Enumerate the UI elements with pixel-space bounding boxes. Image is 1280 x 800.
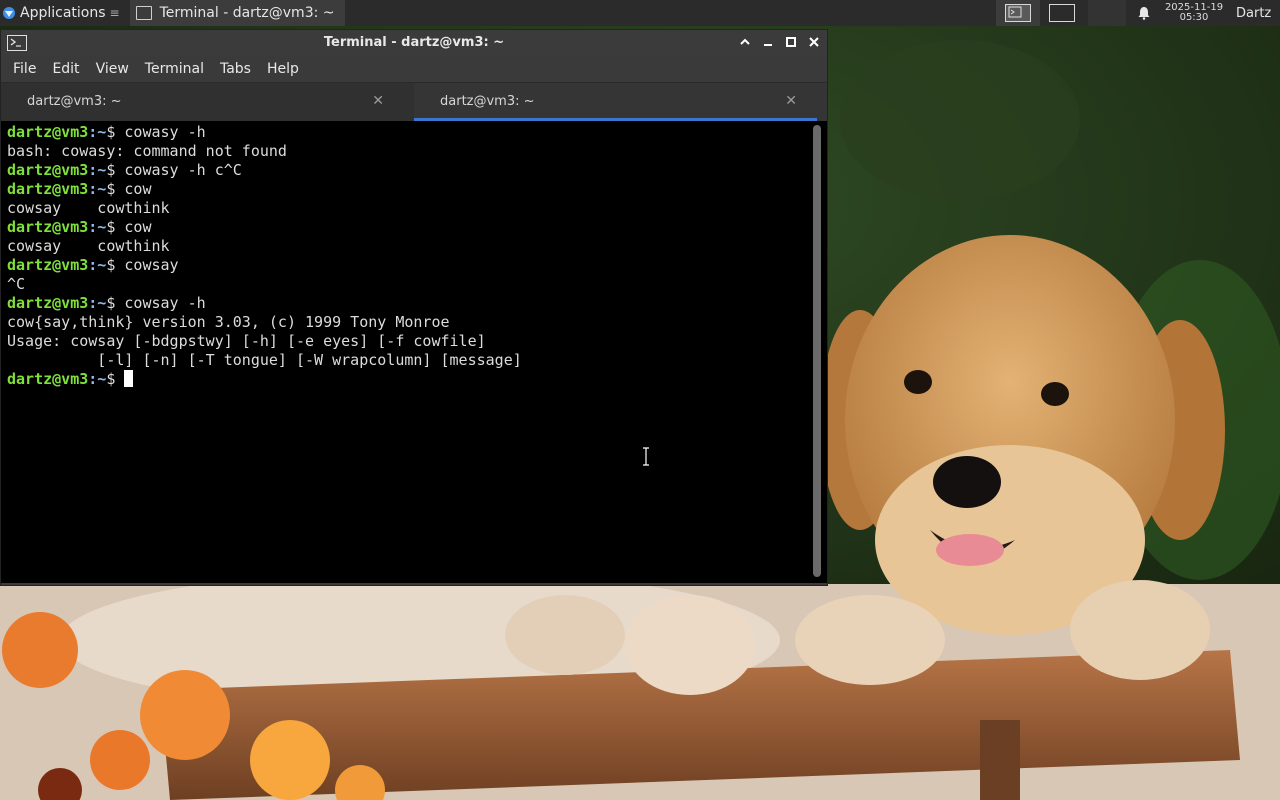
taskbar-terminal-button[interactable]: Terminal - dartz@vm3: ~ (129, 0, 345, 26)
terminal-output[interactable]: dartz@vm3:~$ cowasy -h bash: cowasy: comm… (7, 123, 805, 579)
text-cursor (124, 370, 134, 387)
prompt-path: :~ (88, 370, 107, 388)
terminal-output-line: bash: cowasy: command not found (7, 142, 805, 161)
prompt-path: :~ (88, 123, 107, 141)
window-titlebar[interactable]: Terminal - dartz@vm3: ~ (1, 30, 827, 56)
prompt-user: dartz@vm3 (7, 294, 89, 312)
close-icon (809, 37, 819, 47)
terminal-command-line: dartz@vm3:~$ cowasy -h c^C (7, 161, 805, 180)
prompt-path: :~ (88, 294, 107, 312)
terminal-command-line: dartz@vm3:~$ cowasy -h (7, 123, 805, 142)
prompt-path: :~ (88, 218, 107, 236)
output-text: bash: cowasy: command not found (7, 142, 287, 160)
prompt-user: dartz@vm3 (7, 161, 89, 179)
command-text: cowasy -h c^C (124, 161, 242, 179)
terminal-area[interactable]: dartz@vm3:~$ cowasy -h bash: cowasy: comm… (1, 121, 827, 583)
tab-1-close-icon[interactable]: ✕ (372, 93, 384, 109)
terminal-output-line: cowsay cowthink (7, 237, 805, 256)
terminal-command-line: dartz@vm3:~$ cow (7, 180, 805, 199)
prompt-symbol: $ (106, 123, 125, 141)
workspace-1-preview (1005, 4, 1031, 22)
menu-view[interactable]: View (88, 61, 137, 77)
prompt-symbol: $ (106, 294, 125, 312)
user-menu[interactable]: Dartz (1230, 6, 1280, 21)
tab-2[interactable]: dartz@vm3: ~ ✕ (414, 83, 827, 121)
xfce-logo-icon (3, 7, 15, 19)
prompt-user: dartz@vm3 (7, 180, 89, 198)
terminal-scrollbar[interactable] (813, 125, 821, 577)
terminal-output-line: [-l] [-n] [-T tongue] [-W wrapcolumn] [m… (7, 351, 805, 370)
terminal-output-line: Usage: cowsay [-bdgpstwy] [-h] [-e eyes]… (7, 332, 805, 351)
prompt-symbol: $ (106, 370, 125, 388)
minimize-icon (764, 44, 772, 46)
clock-time: 05:30 (1179, 12, 1209, 23)
applications-label: Applications (20, 5, 106, 21)
terminal-output-line: cowsay cowthink (7, 199, 805, 218)
close-button[interactable] (807, 34, 821, 50)
terminal-output-line: ^C (7, 275, 805, 294)
tab-1-label: dartz@vm3: ~ (27, 94, 122, 109)
command-text: cowsay -h (124, 294, 206, 312)
workspace-1[interactable] (996, 0, 1040, 26)
command-text: cow (124, 180, 152, 198)
menu-tabs[interactable]: Tabs (212, 61, 259, 77)
prompt-symbol: $ (106, 180, 125, 198)
chevron-up-icon (740, 38, 750, 45)
prompt-user: dartz@vm3 (7, 256, 89, 274)
prompt-symbol: $ (106, 161, 125, 179)
applications-menu[interactable]: Applications ≡ (0, 0, 126, 26)
panel-right: 2025-11-19 05:30 Dartz (996, 0, 1280, 26)
terminal-command-line: dartz@vm3:~$ cow (7, 218, 805, 237)
terminal-icon (135, 6, 152, 20)
terminal-window: Terminal - dartz@vm3: ~ File Edit View T… (0, 29, 828, 586)
notification-bell-icon[interactable] (1130, 6, 1158, 20)
output-text: cow{say,think} version 3.03, (c) 1999 To… (7, 313, 450, 331)
command-text: cow (124, 218, 152, 236)
tab-bar: dartz@vm3: ~ ✕ dartz@vm3: ~ ✕ (1, 82, 827, 121)
minimize-button[interactable] (761, 34, 775, 50)
terminal-command-line: dartz@vm3:~$ cowsay (7, 256, 805, 275)
prompt-symbol: $ (106, 218, 125, 236)
terminal-command-line: dartz@vm3:~$ cowsay -h (7, 294, 805, 313)
window-controls (738, 34, 821, 50)
prompt-symbol: $ (106, 256, 125, 274)
prompt-path: :~ (88, 161, 107, 179)
tab-2-label: dartz@vm3: ~ (440, 94, 535, 109)
prompt-user: dartz@vm3 (7, 370, 89, 388)
menu-edit[interactable]: Edit (44, 61, 87, 77)
terminal-output-line: cow{say,think} version 3.03, (c) 1999 To… (7, 313, 805, 332)
terminal-icon (1008, 6, 1022, 18)
terminal-command-line: dartz@vm3:~$ (7, 370, 805, 389)
maximize-button[interactable] (784, 34, 798, 50)
maximize-icon (786, 37, 796, 47)
workspace-2-preview (1049, 4, 1075, 22)
menu-file[interactable]: File (5, 61, 44, 77)
window-title: Terminal - dartz@vm3: ~ (323, 35, 505, 50)
workspace-2[interactable] (1040, 0, 1084, 26)
shade-button[interactable] (738, 34, 752, 50)
output-text: cowsay cowthink (7, 237, 170, 255)
output-text: [-l] [-n] [-T tongue] [-W wrapcolumn] [m… (7, 351, 522, 369)
menu-bar: File Edit View Terminal Tabs Help (1, 56, 827, 82)
menu-separator-icon: ≡ (109, 6, 120, 20)
prompt-path: :~ (88, 180, 107, 198)
command-text: cowsay (124, 256, 179, 274)
panel-spacer (1088, 0, 1126, 26)
mouse-ibeam-cursor-icon (643, 447, 649, 466)
tab-1[interactable]: dartz@vm3: ~ ✕ (1, 83, 414, 121)
clock[interactable]: 2025-11-19 05:30 (1158, 3, 1230, 23)
menu-help[interactable]: Help (259, 61, 307, 77)
prompt-user: dartz@vm3 (7, 123, 89, 141)
top-panel: Applications ≡ Terminal - dartz@vm3: ~ 2… (0, 0, 1280, 26)
command-text: cowasy -h (124, 123, 206, 141)
tab-2-close-icon[interactable]: ✕ (785, 93, 797, 109)
taskbar-terminal-label: Terminal - dartz@vm3: ~ (159, 5, 335, 21)
prompt-path: :~ (88, 256, 107, 274)
output-text: Usage: cowsay [-bdgpstwy] [-h] [-e eyes]… (7, 332, 486, 350)
menu-terminal[interactable]: Terminal (137, 61, 212, 77)
output-text: ^C (7, 275, 26, 293)
output-text: cowsay cowthink (7, 199, 170, 217)
prompt-user: dartz@vm3 (7, 218, 89, 236)
